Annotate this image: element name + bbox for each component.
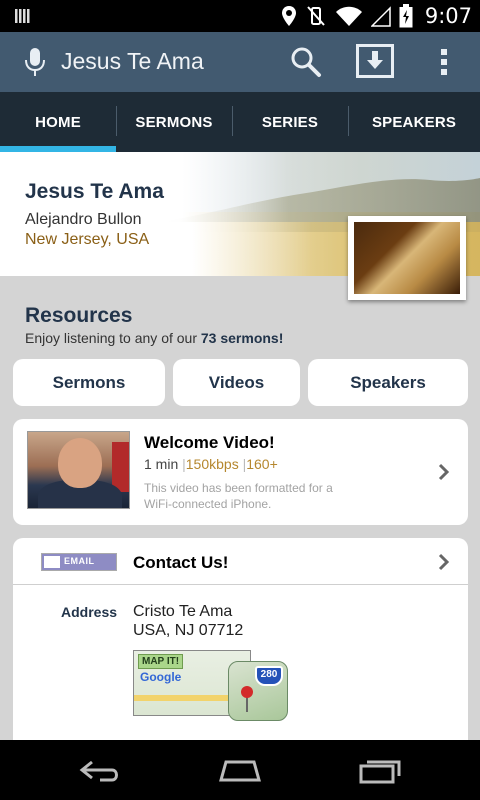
map-pin-icon bbox=[241, 686, 253, 698]
app-title: Jesus Te Ama bbox=[61, 48, 204, 74]
tab-bar: HOME SERMONS SERIES SPEAKERS bbox=[0, 92, 480, 152]
pin-stem bbox=[246, 696, 248, 712]
tab-home[interactable]: HOME bbox=[0, 92, 116, 152]
status-time: 9:07 bbox=[424, 4, 472, 28]
sermon-count: 73 sermons! bbox=[200, 330, 284, 346]
video-thumbnail bbox=[27, 431, 130, 509]
speaker-location: New Jersey, USA bbox=[25, 231, 150, 248]
thumb-background bbox=[112, 442, 129, 492]
header-title: Jesus Te Ama bbox=[25, 180, 164, 203]
recent-apps-icon[interactable] bbox=[358, 756, 402, 784]
welcome-video-card[interactable]: Welcome Video! 1 min |150kbps |160+ This… bbox=[13, 419, 468, 525]
route-shield-icon: 280 bbox=[255, 666, 283, 686]
bible-thumbnail bbox=[348, 216, 466, 300]
resources-title: Resources bbox=[25, 304, 133, 327]
status-bar: 9:07 bbox=[0, 0, 480, 32]
navigation-bar bbox=[0, 740, 480, 800]
tab-speakers[interactable]: SPEAKERS bbox=[348, 92, 480, 152]
tab-series[interactable]: SERIES bbox=[232, 92, 348, 152]
wifi-icon bbox=[335, 6, 362, 26]
video-title: Welcome Video! bbox=[144, 433, 275, 452]
search-icon[interactable] bbox=[290, 46, 322, 78]
video-meta: 1 min |150kbps |160+ bbox=[144, 456, 278, 472]
contact-title: Contact Us! bbox=[133, 553, 229, 572]
chevron-right-icon bbox=[438, 553, 450, 571]
contact-card: EMAIL Contact Us! Address Cristo Te Ama … bbox=[13, 538, 468, 750]
location-icon bbox=[281, 6, 296, 26]
email-badge-label: EMAIL bbox=[64, 556, 95, 566]
tab-sermons[interactable]: SERMONS bbox=[116, 92, 232, 152]
signal-icon bbox=[370, 6, 391, 27]
overflow-menu-icon[interactable] bbox=[438, 46, 450, 78]
resources-subtitle: Enjoy listening to any of our 73 sermons… bbox=[25, 330, 283, 346]
video-description: This video has been formatted for a WiFi… bbox=[144, 481, 333, 511]
video-bitrate: 150kbps bbox=[185, 456, 239, 472]
speaker-name: Alejandro Bullon bbox=[25, 211, 142, 228]
chevron-right-icon bbox=[438, 463, 450, 481]
address-line-2: USA, NJ 07712 bbox=[133, 622, 244, 639]
battery-icon bbox=[399, 4, 413, 28]
envelope-icon bbox=[44, 556, 60, 568]
vibrate-off-icon bbox=[307, 6, 325, 26]
notification-icon bbox=[15, 9, 30, 23]
address-line-1: Cristo Te Ama bbox=[133, 603, 233, 620]
video-duration: 1 min bbox=[144, 456, 179, 472]
download-icon[interactable] bbox=[356, 44, 394, 78]
maps-app-icon[interactable]: 280 bbox=[228, 661, 288, 721]
address-label: Address bbox=[61, 604, 118, 620]
thumb-face bbox=[58, 438, 102, 488]
bible-image bbox=[354, 222, 460, 294]
video-resolution: 160+ bbox=[246, 456, 278, 472]
home-icon[interactable] bbox=[218, 756, 262, 784]
resources-subtitle-text: Enjoy listening to any of our bbox=[25, 330, 201, 346]
contact-us-row[interactable]: EMAIL Contact Us! bbox=[13, 538, 468, 585]
mic-icon[interactable] bbox=[24, 46, 46, 78]
speakers-button[interactable]: Speakers bbox=[308, 359, 468, 406]
action-bar: Jesus Te Ama bbox=[0, 32, 480, 92]
sermons-button[interactable]: Sermons bbox=[13, 359, 165, 406]
videos-button[interactable]: Videos bbox=[173, 359, 300, 406]
map-it-label: MAP IT! bbox=[138, 654, 184, 669]
google-maps-logo: Google bbox=[140, 670, 182, 684]
email-icon: EMAIL bbox=[41, 553, 117, 571]
back-icon[interactable] bbox=[78, 756, 122, 784]
